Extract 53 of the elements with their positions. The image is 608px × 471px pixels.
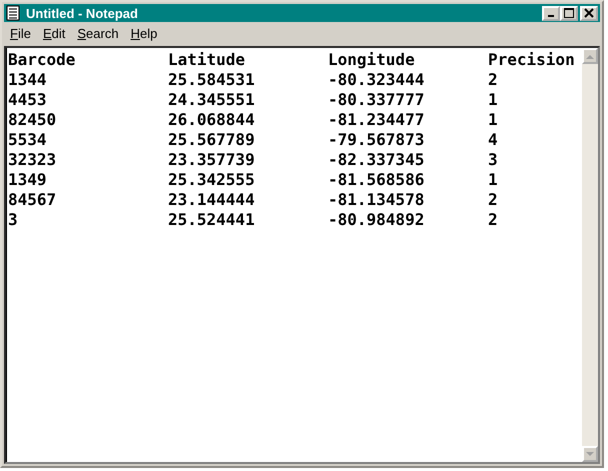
text-cell: 1 xyxy=(488,110,498,128)
text-cell-text: -81.234477 xyxy=(328,110,426,128)
text-cell-text: 32323 xyxy=(8,150,58,168)
text-cell: 1 xyxy=(488,170,498,188)
minimize-button[interactable] xyxy=(542,6,560,20)
text-cell: 2 xyxy=(488,190,498,208)
text-cell-text: -80.337777 xyxy=(328,90,426,108)
text-cell-text: -79.567873 xyxy=(328,130,426,148)
text-cell-text: -81.134578 xyxy=(328,190,426,208)
text-cell: 2 xyxy=(488,70,498,88)
text-cell-text: Latitude xyxy=(168,50,246,68)
text-cell-text: -82.337345 xyxy=(328,150,426,168)
scroll-up-button[interactable] xyxy=(582,48,598,64)
vertical-scrollbar[interactable] xyxy=(582,48,598,462)
close-button[interactable] xyxy=(580,6,598,20)
text-cell-text: 1344 xyxy=(8,70,48,88)
text-cell-text: 24.345551 xyxy=(168,90,256,108)
up-arrow-icon xyxy=(586,54,594,58)
text-cell: Precision xyxy=(488,50,575,68)
text-cell-text: -80.323444 xyxy=(328,70,426,88)
text-cell: 3 xyxy=(488,150,498,168)
text-cell-text: 25.524441 xyxy=(168,210,256,228)
close-icon xyxy=(584,8,594,18)
text-cell-text: 25.567789 xyxy=(168,130,256,148)
text-cell-text: 1349 xyxy=(8,170,48,188)
menu-item[interactable]: Search xyxy=(71,26,125,40)
maximize-button[interactable] xyxy=(560,6,578,20)
text-cell-text: -80.984892 xyxy=(328,210,426,228)
text-cell-text: 25.584531 xyxy=(168,70,256,88)
text-cell: 2 xyxy=(488,210,498,228)
text-cell-text: 26.068844 xyxy=(168,110,256,128)
text-cell-text: Longitude xyxy=(328,50,416,68)
text-cell-text: 4453 xyxy=(8,90,48,108)
text-cell-text: 23.144444 xyxy=(168,190,256,208)
text-cell: 1 xyxy=(488,90,498,108)
menu-item[interactable]: File xyxy=(4,26,37,40)
window-title: Untitled - Notepad xyxy=(26,6,139,20)
text-cell-text: Barcode xyxy=(8,50,76,68)
text-cell-text: 25.342555 xyxy=(168,170,256,188)
notepad-icon xyxy=(6,5,20,21)
menu-item[interactable]: Help xyxy=(124,26,164,40)
text-cell-text: 82450 xyxy=(8,110,58,128)
menu-item[interactable]: Edit xyxy=(36,26,72,40)
text-cell: 4 xyxy=(488,130,498,148)
minimize-icon xyxy=(548,15,554,17)
maximize-icon xyxy=(564,8,574,18)
text-cell-text: -81.568586 xyxy=(328,170,426,188)
down-arrow-icon xyxy=(586,452,594,456)
text-cell-text: 84567 xyxy=(8,190,58,208)
scroll-down-button[interactable] xyxy=(582,446,598,462)
text-cell-text: 3 xyxy=(8,210,19,228)
text-cell-text: 5534 xyxy=(8,130,48,148)
text-cell-text: 23.357739 xyxy=(168,150,256,168)
